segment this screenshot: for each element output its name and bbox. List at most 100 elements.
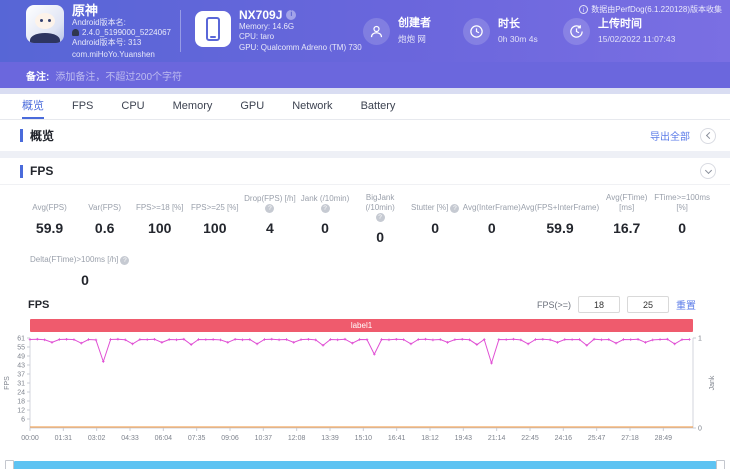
svg-text:16:41: 16:41 xyxy=(388,435,406,442)
fps-chart[interactable]: 61554943373124181261000:00 01:31 03:02 04:3… xyxy=(0,332,730,452)
device-name: NX709J xyxy=(239,7,283,22)
tab-overview[interactable]: 概览 xyxy=(22,94,44,119)
upload-time-value: 15/02/2022 11:07:43 xyxy=(598,34,676,44)
upload-time-label: 上传时间 xyxy=(598,18,642,30)
svg-text:03:02: 03:02 xyxy=(88,435,106,442)
creator-stat: 创建者 炮炮 网 xyxy=(363,17,463,45)
tab-gpu[interactable]: GPU xyxy=(240,94,264,119)
stat-var-fps: Var(FPS) 0.6 xyxy=(77,193,132,245)
chart-annotation-band[interactable]: label1 xyxy=(30,319,693,332)
scrollbar-right-handle[interactable] xyxy=(716,460,725,469)
creator-value: 炮炮 网 xyxy=(398,34,426,44)
fps-section-header: FPS xyxy=(0,158,730,185)
stat-value: 100 xyxy=(203,220,227,236)
help-icon[interactable]: ? xyxy=(320,204,330,213)
app-version-name: 2.4.0_5199000_5224067 xyxy=(82,27,171,37)
stat-label: Stutter [%] xyxy=(411,203,449,212)
help-icon[interactable]: ? xyxy=(375,213,385,222)
svg-text:6: 6 xyxy=(21,417,25,424)
stat-bigjank: BigJank (/10min)? 0 xyxy=(353,193,408,245)
svg-text:25:47: 25:47 xyxy=(588,435,606,442)
header-divider xyxy=(180,10,181,52)
svg-text:Jank: Jank xyxy=(709,375,716,390)
tab-cpu[interactable]: CPU xyxy=(121,94,144,119)
svg-text:18: 18 xyxy=(17,399,25,406)
svg-text:0: 0 xyxy=(698,426,702,433)
info-icon[interactable]: i xyxy=(286,10,297,21)
svg-text:18:12: 18:12 xyxy=(421,435,439,442)
tab-memory[interactable]: Memory xyxy=(173,94,213,119)
stat-value: 59.9 xyxy=(35,220,64,236)
stat-label: Avg(FPS) xyxy=(32,203,67,212)
svg-text:19:43: 19:43 xyxy=(455,435,473,442)
stat-value: 4 xyxy=(266,220,274,236)
stat-label: FTime>=100ms [%] xyxy=(654,193,710,212)
note-bar[interactable]: 备注: 添加备注，不超过200个字符 xyxy=(0,62,730,88)
section-gap xyxy=(0,151,730,158)
duration-value: 0h 30m 4s xyxy=(498,34,538,44)
fps-card: FPS Avg(FPS) 59.9 Var(FPS) 0.6 FPS>=18 [… xyxy=(0,158,730,469)
duration-label: 时长 xyxy=(498,18,520,30)
stat-ftime-ge-100ms: FTime>=100ms [%] 0 xyxy=(654,193,710,245)
help-icon[interactable]: ? xyxy=(450,204,460,213)
help-icon[interactable]: ? xyxy=(265,204,275,213)
category-tabs: 概览 FPS CPU Memory GPU Network Battery xyxy=(0,94,730,120)
stat-label: Avg(FPS+InterFrame) xyxy=(520,203,600,212)
svg-text:15:10: 15:10 xyxy=(355,435,373,442)
collapse-button[interactable] xyxy=(700,127,716,144)
chevron-left-icon xyxy=(705,131,713,140)
upload-time-stat: 上传时间 15/02/2022 11:07:43 xyxy=(563,17,723,45)
app-icon xyxy=(26,4,64,43)
fps-section-title: FPS xyxy=(30,164,54,178)
device-memory: Memory: 14.6G xyxy=(239,21,295,31)
export-all-button[interactable]: 导出全部 xyxy=(650,128,690,143)
annotation-label: label1 xyxy=(350,321,373,330)
svg-text:61: 61 xyxy=(17,336,25,343)
stat-jank: Jank (/10min)? 0 xyxy=(297,193,352,245)
section-accent-bar xyxy=(20,164,23,178)
info-icon: i xyxy=(579,5,589,14)
help-icon[interactable]: ? xyxy=(120,256,130,265)
android-icon xyxy=(72,29,79,36)
scrollbar-left-handle[interactable] xyxy=(5,460,14,469)
svg-text:13:39: 13:39 xyxy=(321,435,339,442)
fps-threshold-label: FPS(>=) xyxy=(536,299,571,310)
note-label: 备注: xyxy=(26,71,50,83)
app-icon-detail xyxy=(48,18,51,22)
svg-text:12: 12 xyxy=(17,408,25,415)
stat-label: Var(FPS) xyxy=(88,203,122,212)
stat-label: FPS>=18 [%] xyxy=(135,203,184,212)
app-summary: 原神 Android版本名: 2.4.0_5199000_5224067 And… xyxy=(0,3,176,59)
overview-title: 概览 xyxy=(30,129,55,143)
svg-text:06:04: 06:04 xyxy=(155,435,173,442)
app-version-label: Android版本名: xyxy=(72,17,126,27)
svg-text:07:35: 07:35 xyxy=(188,435,206,442)
device-icon xyxy=(195,10,231,47)
stat-label: Jank (/10min) xyxy=(300,193,350,203)
collapse-fps-button[interactable] xyxy=(700,163,716,179)
stat-avg-interframe: Avg(InterFrame) 0 xyxy=(463,193,521,245)
app-icon-detail xyxy=(40,18,43,22)
fps-threshold-low-input[interactable] xyxy=(578,296,620,313)
upload-time-icon xyxy=(563,17,590,45)
svg-text:55: 55 xyxy=(17,345,25,352)
svg-text:1: 1 xyxy=(698,336,702,343)
reset-button[interactable]: 重置 xyxy=(676,297,696,312)
device-summary: NX709J i Memory: 14.6G CPU: taro GPU: Qu… xyxy=(185,7,363,54)
stat-value: 0 xyxy=(321,220,329,236)
tab-network[interactable]: Network xyxy=(292,94,332,119)
stat-stutter: Stutter [%]? 0 xyxy=(408,193,463,245)
stat-value: 0 xyxy=(431,220,440,236)
app-package-name: com.miHoYo.Yuanshen xyxy=(72,49,155,59)
fps-threshold-high-input[interactable] xyxy=(627,296,669,313)
tab-fps[interactable]: FPS xyxy=(72,94,93,119)
chart-scrollbar[interactable] xyxy=(5,460,725,469)
person-icon xyxy=(363,17,390,45)
stat-avg-fps: Avg(FPS) 59.9 xyxy=(22,193,77,245)
scrollbar-track[interactable] xyxy=(14,461,716,469)
chevron-down-icon xyxy=(704,166,712,174)
stat-fps-ge-18: FPS>=18 [%] 100 xyxy=(132,193,187,245)
tab-battery[interactable]: Battery xyxy=(361,94,396,119)
fps-stats-row: Avg(FPS) 59.9 Var(FPS) 0.6 FPS>=18 [%] 1… xyxy=(0,185,730,245)
svg-text:49: 49 xyxy=(17,354,25,361)
